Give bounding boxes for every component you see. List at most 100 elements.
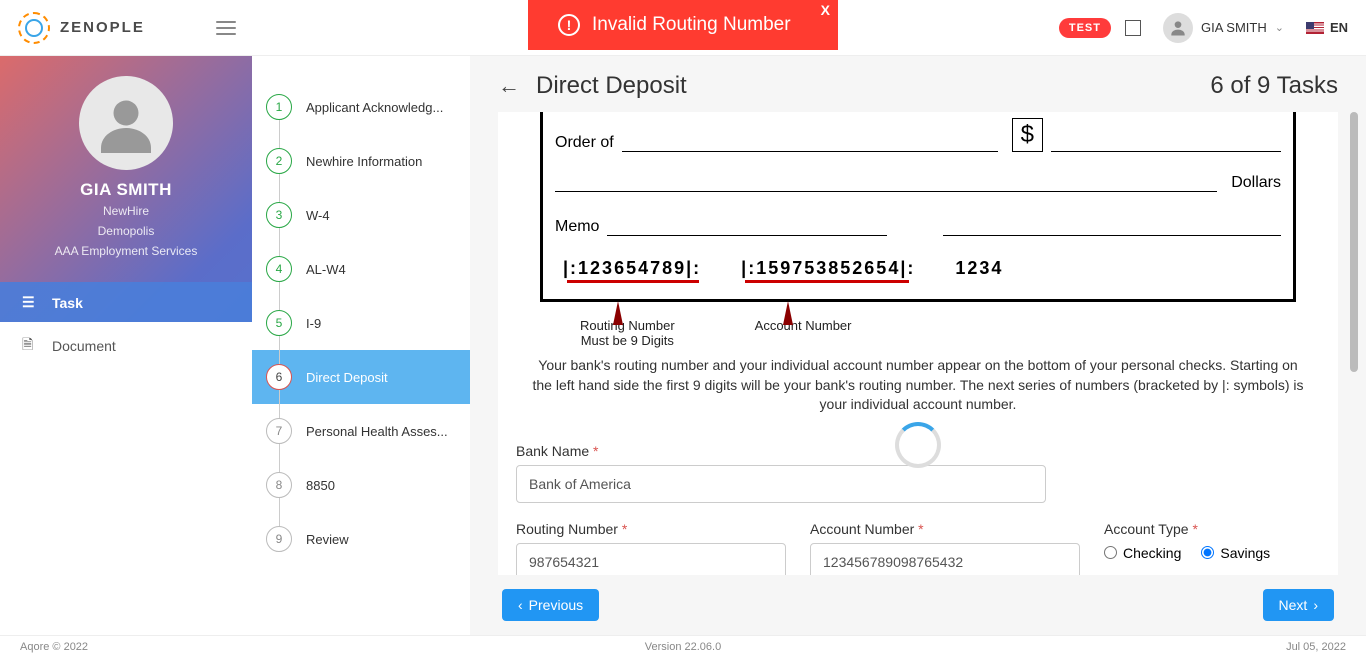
footer: Aqore © 2022 Version 22.06.0 Jul 05, 202…: [0, 635, 1366, 657]
account-type-savings[interactable]: Savings: [1201, 545, 1270, 561]
info-text: Your bank's routing number and your indi…: [516, 348, 1320, 423]
step-number: 7: [266, 418, 292, 444]
account-caption: Account Number: [755, 318, 852, 333]
content-scroll[interactable]: Order of $ Dollars Memo |:123654789|:: [470, 112, 1366, 575]
sidebar-item-document[interactable]: 🗎 Document: [0, 322, 252, 370]
account-number-input[interactable]: [810, 543, 1080, 575]
check-illustration: Order of $ Dollars Memo |:123654789|:: [540, 112, 1296, 302]
step-number: 5: [266, 310, 292, 336]
sidebar: GIA SMITH NewHire Demopolis AAA Employme…: [0, 56, 252, 635]
step-label: Direct Deposit: [306, 370, 388, 385]
step-label: Newhire Information: [306, 154, 422, 169]
test-badge: TEST: [1059, 18, 1111, 38]
routing-caption2: Must be 9 Digits: [580, 333, 675, 348]
logo-icon: [18, 12, 50, 44]
step-label: I-9: [306, 316, 321, 331]
fullscreen-icon[interactable]: [1125, 20, 1141, 36]
main-header: ← Direct Deposit 6 of 9 Tasks: [470, 56, 1366, 112]
check-line: [943, 216, 1281, 236]
step-5[interactable]: 5 I-9: [252, 296, 470, 350]
step-6[interactable]: 6 Direct Deposit: [252, 350, 470, 404]
profile-role: NewHire: [10, 202, 242, 220]
task-counter: 6 of 9 Tasks: [1210, 72, 1338, 100]
lang-label: EN: [1330, 20, 1348, 35]
main-content: ← Direct Deposit 6 of 9 Tasks Order of $…: [470, 56, 1366, 635]
dollar-sign: $: [1012, 118, 1043, 152]
step-label: 8850: [306, 478, 335, 493]
step-number: 4: [266, 256, 292, 282]
step-number: 9: [266, 526, 292, 552]
check-line: [622, 132, 998, 152]
account-type-checking[interactable]: Checking: [1104, 545, 1181, 561]
avatar: [79, 76, 173, 170]
account-type-label: Account Type *: [1104, 521, 1320, 537]
back-arrow-icon[interactable]: ←: [498, 73, 520, 99]
brand-name: ZENOPLE: [60, 19, 145, 36]
step-label: W-4: [306, 208, 330, 223]
avatar-icon: [1163, 13, 1193, 43]
step-label: Review: [306, 532, 349, 547]
header-user-name: GIA SMITH: [1201, 20, 1267, 35]
sample-account: |:159753852654|:: [741, 258, 915, 279]
content-card: Order of $ Dollars Memo |:123654789|:: [498, 112, 1338, 575]
flag-icon: [1306, 22, 1324, 34]
chevron-down-icon: ⌄: [1275, 21, 1284, 34]
account-number-label: Account Number *: [810, 521, 1080, 537]
footer-date: Jul 05, 2022: [1286, 641, 1346, 653]
sidebar-item-label: Task: [52, 295, 83, 311]
sidebar-item-label: Document: [52, 338, 116, 354]
language-selector[interactable]: EN: [1306, 20, 1348, 35]
chevron-left-icon: ‹: [518, 597, 523, 613]
step-2[interactable]: 2 Newhire Information: [252, 134, 470, 188]
task-steps: 1 Applicant Acknowledg... 2 Newhire Inform…: [252, 56, 470, 635]
check-micr-line: |:123654789|: |:159753852654|: 1234: [555, 258, 1281, 279]
arrow-icon: [613, 301, 623, 325]
step-label: Personal Health Asses...: [306, 424, 448, 439]
error-message: Invalid Routing Number: [592, 14, 791, 36]
profile-company: AAA Employment Services: [10, 242, 242, 260]
next-button[interactable]: Next›: [1263, 589, 1334, 621]
task-icon: ☰: [22, 294, 38, 311]
step-3[interactable]: 3 W-4: [252, 188, 470, 242]
step-number: 6: [266, 364, 292, 390]
check-memo-label: Memo: [555, 218, 599, 236]
step-9[interactable]: 9 Review: [252, 512, 470, 566]
routing-number-label: Routing Number *: [516, 521, 786, 537]
step-number: 3: [266, 202, 292, 228]
routing-number-input[interactable]: [516, 543, 786, 575]
profile-name: GIA SMITH: [10, 180, 242, 200]
dollars-label: Dollars: [1231, 174, 1281, 192]
bank-name-input[interactable]: [516, 465, 1046, 503]
user-menu[interactable]: GIA SMITH ⌄: [1155, 13, 1292, 43]
step-4[interactable]: 4 AL-W4: [252, 242, 470, 296]
check-line: [555, 172, 1217, 192]
step-label: Applicant Acknowledg...: [306, 100, 443, 115]
sample-routing: |:123654789|:: [563, 258, 701, 279]
scrollbar[interactable]: [1350, 112, 1358, 372]
previous-button[interactable]: ‹Previous: [502, 589, 599, 621]
action-bar: ‹Previous Next›: [470, 575, 1366, 635]
footer-copyright: Aqore © 2022: [20, 641, 88, 653]
sidebar-item-task[interactable]: ☰ Task: [0, 282, 252, 323]
routing-caption: Routing Number: [580, 318, 675, 333]
close-icon[interactable]: X: [821, 2, 830, 18]
step-label: AL-W4: [306, 262, 346, 277]
step-number: 2: [266, 148, 292, 174]
step-8[interactable]: 88850: [252, 458, 470, 512]
check-line: [607, 216, 887, 236]
error-toast: ! Invalid Routing Number X: [528, 0, 838, 50]
document-icon: 🗎: [22, 334, 38, 358]
profile-location: Demopolis: [10, 222, 242, 240]
step-number: 1: [266, 94, 292, 120]
footer-version: Version 22.06.0: [645, 641, 721, 653]
loading-spinner-icon: [895, 422, 941, 468]
check-captions: Routing Number Must be 9 Digits Account …: [516, 318, 1320, 348]
page-title: Direct Deposit: [536, 72, 687, 100]
sample-checkno: 1234: [955, 258, 1003, 279]
profile-card: GIA SMITH NewHire Demopolis AAA Employme…: [0, 56, 252, 272]
arrow-icon: [783, 301, 793, 325]
step-7[interactable]: 7 Personal Health Asses...: [252, 404, 470, 458]
error-icon: !: [558, 14, 580, 36]
step-1[interactable]: 1 Applicant Acknowledg...: [252, 80, 470, 134]
menu-toggle-icon[interactable]: [216, 21, 236, 35]
